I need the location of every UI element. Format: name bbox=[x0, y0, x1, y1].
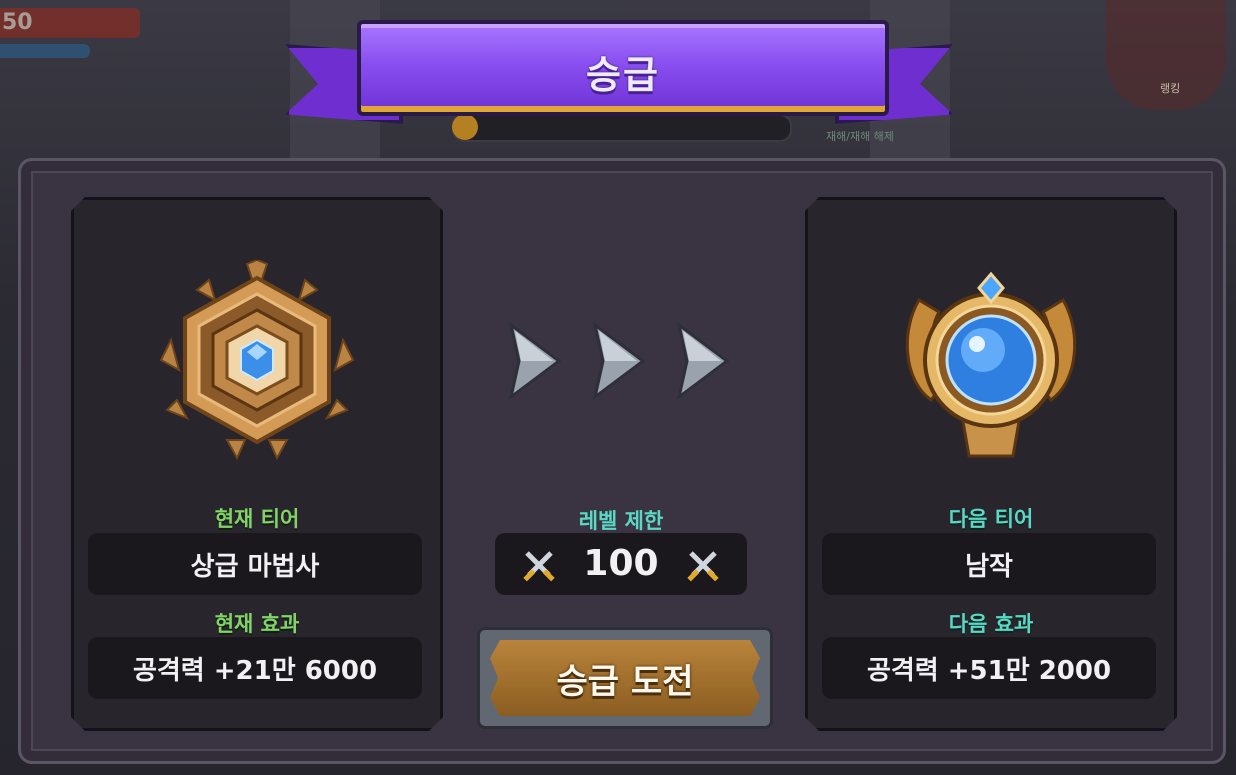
bronze-hexagon-laurel-emblem-icon bbox=[157, 260, 357, 460]
next-tier-value: 남작 bbox=[822, 533, 1156, 595]
bg-ranking-label: 랭킹 bbox=[1160, 82, 1181, 95]
next-effect-label: 다음 효과 bbox=[948, 612, 1034, 636]
current-effect-label: 현재 효과 bbox=[214, 612, 300, 636]
page-title: 승급 bbox=[586, 53, 660, 97]
bg-hp-bar: 50 bbox=[0, 8, 140, 38]
next-effect-value: 공격력 +51만 2000 bbox=[822, 637, 1156, 699]
current-tier-label: 현재 티어 bbox=[214, 507, 300, 531]
gold-orb-crest-emblem-icon bbox=[891, 260, 1091, 460]
current-effect-value: 공격력 +21만 6000 bbox=[88, 637, 422, 699]
next-tier-label: 다음 티어 bbox=[948, 507, 1034, 531]
current-tier-card: 현재 티어 상급 마법사 현재 효과 공격력 +21만 6000 bbox=[71, 197, 443, 731]
crossed-swords-icon bbox=[687, 551, 719, 582]
level-limit-label: 레벨 제한 bbox=[578, 509, 664, 533]
level-limit-box: 100 bbox=[495, 533, 747, 595]
arrow-right-icon bbox=[509, 323, 561, 399]
title-ribbon: 승급 bbox=[285, 18, 953, 130]
bg-hp-text: 50 bbox=[2, 10, 33, 35]
next-tier-card: 다음 티어 남작 다음 효과 공격력 +51만 2000 bbox=[805, 197, 1177, 731]
bg-mp-bar bbox=[0, 44, 90, 58]
current-tier-value: 상급 마법사 bbox=[88, 533, 422, 595]
arrow-right-icon bbox=[677, 323, 729, 399]
ribbon-body: 승급 bbox=[357, 20, 889, 116]
bg-note-text: 재해/재해 해제 bbox=[826, 130, 894, 143]
arrow-right-icon bbox=[593, 323, 645, 399]
promotion-challenge-label[interactable]: 승급 도전 bbox=[490, 640, 760, 716]
promotion-panel: 현재 티어 상급 마법사 현재 효과 공격력 +21만 6000 레벨 제한 1… bbox=[18, 158, 1226, 764]
promotion-challenge-button[interactable]: 승급 도전 bbox=[477, 627, 773, 729]
